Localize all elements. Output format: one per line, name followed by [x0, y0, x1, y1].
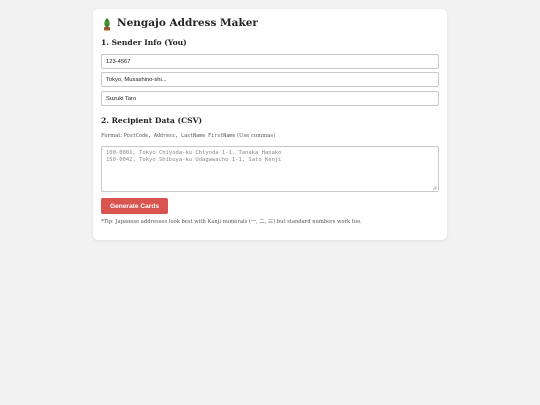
address-maker-card: Nengajo Address Maker 1. Sender Info (Yo… [93, 9, 447, 240]
pine-tree-icon [101, 16, 113, 31]
csv-placeholder-line: 150-0042, Tokyo Shibuya-ku Udagawacho 1-… [106, 156, 282, 163]
resize-handle-icon[interactable] [432, 185, 437, 190]
postcode-field[interactable] [101, 54, 439, 69]
generate-cards-button[interactable]: Generate Cards [101, 198, 168, 214]
csv-format-note: Format: PostCode, Address, LastName Firs… [101, 133, 275, 139]
csv-placeholder-line: 100-0001, Tokyo Chiyoda-ku Chiyoda 1-1, … [106, 150, 282, 156]
format-fields: PostCode, Address, LastName FirstName [123, 133, 236, 139]
header: Nengajo Address Maker [101, 15, 258, 31]
address-field[interactable] [101, 72, 439, 87]
name-field[interactable] [101, 91, 439, 106]
recipient-section-title: 2. Recipient Data (CSV) [101, 116, 203, 125]
format-prefix: Format: [101, 133, 124, 139]
tip-text: *Tip: Japanese addresses look best with … [101, 219, 362, 225]
format-suffix: (Use commas) [235, 133, 276, 139]
sender-section-title: 1. Sender Info (You) [101, 38, 187, 47]
page-title: Nengajo Address Maker [117, 17, 258, 29]
csv-textarea[interactable]: 100-0001, Tokyo Chiyoda-ku Chiyoda 1-1, … [101, 146, 439, 192]
